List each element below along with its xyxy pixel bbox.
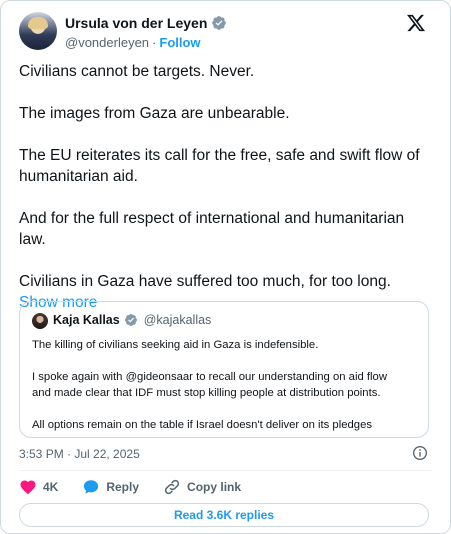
- author-avatar[interactable]: [19, 12, 57, 50]
- tweet-paragraph: The images from Gaza are unbearable.: [19, 105, 290, 122]
- info-icon[interactable]: [412, 445, 428, 461]
- author-name-row: Ursula von der Leyen: [65, 15, 227, 31]
- handle-separator: ·: [152, 35, 157, 50]
- follow-button[interactable]: Follow: [159, 35, 200, 50]
- heart-icon: [20, 480, 36, 495]
- link-icon: [164, 479, 180, 495]
- quoted-paragraph: The killing of civilians seeking aid in …: [32, 339, 319, 351]
- tweet-paragraph-text: Civilians in Gaza have suffered too much…: [19, 273, 391, 290]
- like-button[interactable]: 4K: [19, 478, 58, 496]
- copy-link-button[interactable]: Copy link: [163, 478, 241, 496]
- author-handle[interactable]: @vonderleyen: [65, 35, 149, 50]
- quoted-paragraph: I spoke again with @gideonsaar to recall…: [32, 371, 387, 383]
- avatar-hair: [28, 17, 48, 29]
- author-handle-row: @vonderleyen · Follow: [65, 35, 201, 50]
- tweet-text: Civilians cannot be targets. Never. The …: [19, 61, 431, 313]
- reply-button[interactable]: Reply: [82, 478, 139, 496]
- quoted-header: Kaja Kallas @kajakallas: [53, 313, 211, 327]
- quoted-author-handle: @kajakallas: [143, 313, 212, 327]
- tweet-paragraph: The EU reiterates its call for the free,…: [19, 147, 420, 185]
- read-replies-button[interactable]: Read 3.6K replies: [19, 503, 429, 527]
- tweet-paragraph: And for the full respect of internationa…: [19, 210, 405, 248]
- quoted-tweet[interactable]: Kaja Kallas @kajakallas The killing of c…: [19, 301, 429, 438]
- reply-label: Reply: [106, 480, 140, 494]
- quoted-author-name: Kaja Kallas: [53, 313, 120, 327]
- quoted-author-avatar: [32, 313, 48, 329]
- author-name[interactable]: Ursula von der Leyen: [65, 15, 207, 31]
- like-count: 4K: [43, 480, 59, 494]
- x-logo-icon[interactable]: [406, 13, 426, 33]
- tweet-card: Ursula von der Leyen @vonderleyen · Follow…: [0, 0, 451, 534]
- verified-badge-icon: [212, 16, 227, 30]
- quoted-paragraph: All options remain on the table if Israe…: [32, 419, 373, 431]
- tweet-timestamp[interactable]: 3:53 PM · Jul 22, 2025: [19, 447, 140, 461]
- action-bar: 4K Reply Copy link: [19, 477, 265, 497]
- quoted-text: The killing of civilians seeking aid in …: [32, 337, 422, 433]
- verified-badge-icon: [124, 314, 137, 326]
- quoted-paragraph: and made clear that IDF must stop killin…: [32, 387, 381, 399]
- divider: [19, 470, 431, 471]
- copy-link-label: Copy link: [187, 480, 242, 494]
- reply-bubble-icon: [84, 480, 99, 494]
- tweet-paragraph: Civilians cannot be targets. Never.: [19, 63, 255, 80]
